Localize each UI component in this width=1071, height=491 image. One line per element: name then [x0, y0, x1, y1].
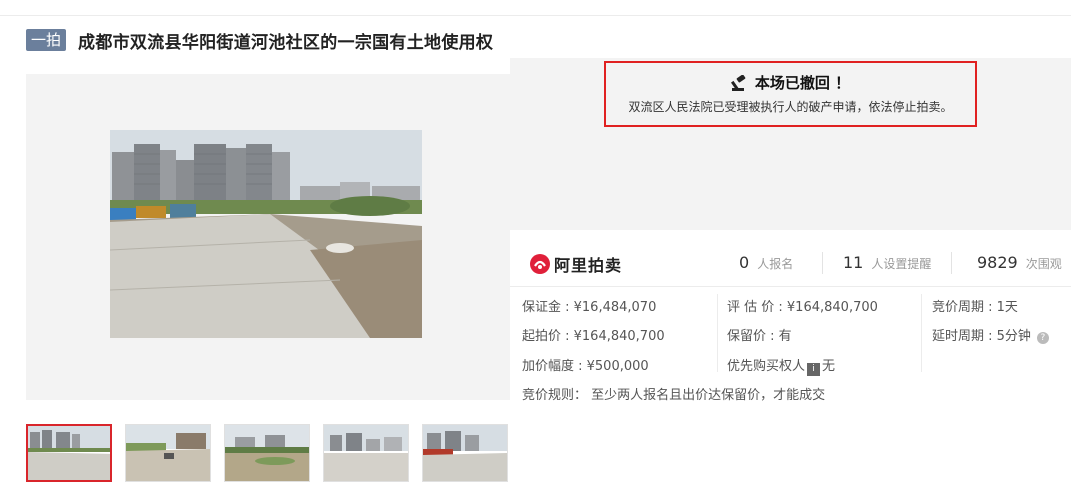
start-price-field: 起拍价 : ¥164,840,700	[522, 329, 665, 344]
main-photo[interactable]	[110, 130, 422, 338]
stat-value: 9829	[977, 253, 1018, 272]
gavel-icon	[730, 74, 746, 91]
reserve-price-field: 保留价 : 有	[727, 329, 792, 344]
help-icon[interactable]: ?	[1036, 332, 1049, 344]
stat-value: 11	[843, 253, 864, 272]
notice-title: 本场已撤回 ！	[754, 74, 851, 92]
page-title: 成都市双流县华阳街道河池社区的一宗国有土地使用权	[78, 32, 494, 53]
priority-buyer-label: 优先购买权人	[727, 359, 806, 374]
auction-round-tag: 一拍	[26, 29, 67, 51]
info-badge-icon[interactable]: i	[807, 363, 821, 376]
stat-registrations: 0 人报名	[739, 253, 793, 272]
auction-logo-icon	[530, 254, 550, 274]
thumbnail-2[interactable]	[125, 424, 211, 482]
stat-divider	[951, 252, 952, 274]
top-divider	[0, 15, 1071, 16]
stats-row: 阿里拍卖 0 人报名 11 人设置提醒 9829 次围观	[510, 244, 1071, 282]
stat-unit: 人设置提醒	[871, 257, 932, 271]
stat-views: 9829 次围观	[977, 253, 1062, 272]
increment-field: 加价幅度 : ¥500,000	[522, 359, 649, 374]
auction-logo[interactable]: 阿里拍卖	[530, 252, 622, 276]
thumbnail-3[interactable]	[224, 424, 310, 482]
delay-period-field: 延时周期 : 5分钟?	[932, 325, 1049, 344]
status-panel: 本场已撤回 ！ 双流区人民法院已受理被执行人的破产申请，依法停止拍卖。	[510, 58, 1071, 230]
withdrawn-notice: 本场已撤回 ！ 双流区人民法院已受理被执行人的破产申请，依法停止拍卖。	[604, 61, 977, 127]
stat-reminders: 11 人设置提醒	[843, 253, 931, 272]
title-row: 一拍 成都市双流县华阳街道河池社区的一宗国有土地使用权	[26, 28, 494, 53]
stat-unit: 人报名	[757, 257, 794, 271]
priority-buyer-field: 优先购买权人 i 无	[727, 355, 835, 376]
priority-buyer-value: 无	[822, 359, 836, 374]
delay-period-text: 延时周期 : 5分钟	[932, 329, 1031, 344]
thumbnail-5[interactable]	[422, 424, 508, 482]
notice-text: 双流区人民法院已受理被执行人的破产申请，依法停止拍卖。	[628, 100, 953, 114]
info-column-divider	[921, 294, 922, 372]
deposit-field: 保证金 : ¥16,484,070	[522, 300, 657, 315]
thumbnail-4[interactable]	[323, 424, 409, 482]
info-column-divider	[717, 294, 718, 372]
thumbnail-1[interactable]	[26, 424, 112, 482]
info-divider	[510, 286, 1071, 287]
brand-name: 阿里拍卖	[554, 256, 623, 275]
bid-rule-field: 竞价规则： 至少两人报名且出价达保留价，才能成交	[522, 384, 825, 403]
thumbnail-strip	[26, 424, 521, 482]
stat-value: 0	[739, 253, 750, 272]
photo-gallery	[26, 74, 510, 400]
appraisal-field: 评 估 价 : ¥164,840,700	[727, 300, 878, 315]
bid-period-field: 竞价周期 : 1天	[932, 300, 1018, 315]
bid-rule-label: 竞价规则：	[522, 388, 588, 403]
stat-unit: 次围观	[1025, 257, 1062, 271]
bid-rule-text: 至少两人报名且出价达保留价，才能成交	[591, 388, 826, 403]
stat-divider	[822, 252, 823, 274]
